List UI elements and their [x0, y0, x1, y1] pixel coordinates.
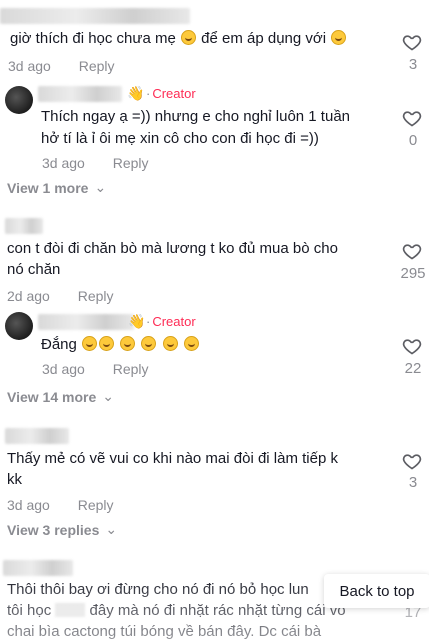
redacted-text [55, 603, 86, 617]
heart-outline-icon[interactable] [402, 336, 422, 356]
reply-button[interactable]: Reply [78, 497, 114, 513]
back-to-top-button[interactable]: Back to top [324, 574, 429, 608]
like-count: 3 [408, 56, 418, 73]
view-more-replies-button[interactable]: View 1 more ⌄ [7, 179, 107, 197]
comment-time: 3d ago [8, 58, 51, 74]
comment-text: chai bìa cactong túi bóng về bán đây. Dc… [7, 623, 322, 640]
username-blurred[interactable] [5, 218, 43, 234]
comment-text: kk [7, 471, 22, 488]
waving-hand-icon: 👋 [128, 313, 146, 329]
comment-time: 3d ago [42, 155, 85, 171]
comment-time: 2d ago [7, 288, 50, 304]
avatar[interactable] [5, 86, 33, 114]
comment-meta: 2d ago Reply [7, 288, 138, 304]
grinning-face-icon [120, 336, 136, 351]
grinning-face-icon [99, 336, 115, 351]
waving-hand-icon: 👋 [127, 85, 145, 101]
heart-outline-icon[interactable] [402, 451, 422, 471]
comment-meta: 3d ago Reply [7, 497, 138, 513]
view-replies-button[interactable]: View 3 replies ⌄ [7, 521, 118, 539]
username-blurred[interactable] [38, 314, 134, 330]
grinning-face-icon [180, 30, 196, 45]
reply-button[interactable]: Reply [113, 155, 149, 171]
grinning-face-icon [141, 336, 157, 351]
creator-badge: · Creator [146, 314, 196, 329]
comment-meta: 3d ago Reply [8, 58, 139, 74]
comment-time: 3d ago [7, 497, 50, 513]
chevron-down-icon: ⌄ [105, 521, 118, 537]
view-more-replies-button[interactable]: View 14 more ⌄ [7, 388, 114, 406]
comment-text: giờ thích đi học chưa mẹ để em áp dụng v… [10, 28, 347, 50]
comment-text: Thôi thôi bay ơi đừng cho nó đi nó bỏ họ… [7, 581, 309, 598]
like-count: 3 [408, 474, 418, 491]
comment-meta: 3d ago Reply [42, 361, 173, 377]
username-blurred[interactable] [3, 560, 73, 576]
username-blurred[interactable] [5, 428, 69, 444]
comment-meta: 3d ago Reply [42, 155, 173, 171]
comment-text: Đắng [41, 334, 200, 356]
like-count: 295 [400, 265, 426, 282]
heart-outline-icon[interactable] [402, 32, 422, 52]
grinning-face-icon [82, 336, 98, 351]
like-count: 22 [404, 360, 422, 377]
username-blurred[interactable] [38, 86, 122, 102]
heart-outline-icon[interactable] [402, 108, 422, 128]
like-count: 0 [408, 132, 418, 149]
chevron-down-icon: ⌄ [102, 388, 114, 404]
comment-text: hở tí là ỉ ôi mẹ xin cô cho con đi học đ… [41, 130, 319, 147]
reply-button[interactable]: Reply [78, 288, 114, 304]
reply-button[interactable]: Reply [113, 361, 149, 377]
comment-time: 3d ago [42, 361, 85, 377]
comment-text: nó chăn [7, 261, 61, 278]
grinning-face-icon [331, 30, 347, 45]
username-blurred[interactable] [0, 8, 190, 24]
comment-text: con t đòi đi chăn bò mà lương t ko đủ mu… [7, 240, 338, 257]
grinning-face-icon [162, 336, 178, 351]
comment-text: Thấy mẻ có vẽ vui co khi nào mai đòi đi … [7, 450, 338, 467]
comment-text: Thích ngay ạ =)) nhưng e cho nghỉ luôn 1… [41, 108, 351, 125]
comment-text: tôi học đây mà nó đi nhặt rác nhặt từng … [7, 602, 346, 619]
reply-button[interactable]: Reply [79, 58, 115, 74]
grinning-face-icon [183, 336, 199, 351]
avatar[interactable] [5, 312, 33, 340]
heart-outline-icon[interactable] [402, 241, 422, 261]
chevron-down-icon: ⌄ [94, 179, 107, 195]
creator-badge: · Creator [146, 86, 196, 101]
